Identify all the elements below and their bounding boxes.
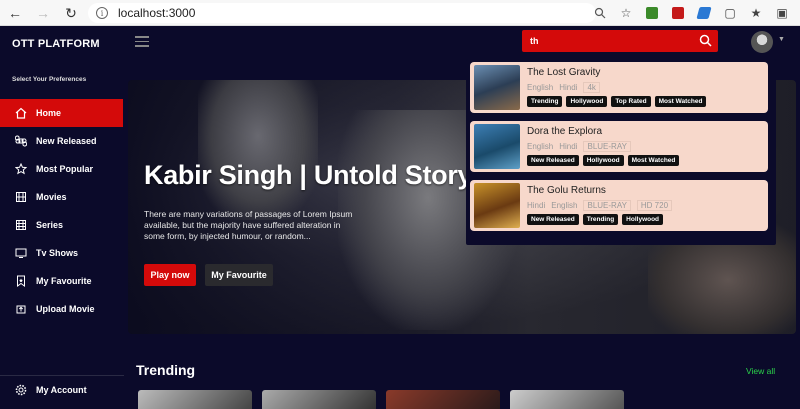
hero-title: Kabir Singh | Untold Story	[144, 160, 473, 190]
sidebar-menu: Home New Released Most Popular Movies Se…	[0, 99, 124, 323]
sidebar-item-home[interactable]: Home	[0, 99, 123, 127]
genre-tag: Trending	[527, 96, 563, 107]
address-url: localhost:3000	[118, 6, 196, 20]
search-icon[interactable]	[699, 34, 712, 52]
brand-logo: OTT PLATFORM	[12, 38, 100, 50]
bookmark-icon	[14, 274, 28, 288]
genre-tag: Hollywood	[566, 96, 608, 107]
favorites-icon[interactable]: ★	[746, 3, 766, 23]
back-icon[interactable]: ←	[2, 0, 28, 26]
genre-tag: Hollywood	[582, 155, 624, 166]
quality-badge: HD 720	[636, 200, 673, 211]
sidebar-item-label: Tv Shows	[36, 248, 79, 258]
movie-poster	[474, 124, 520, 169]
film-icon	[14, 218, 28, 232]
collections-icon[interactable]: ▣	[772, 3, 792, 23]
quality-badge: BLUE-RAY	[583, 200, 631, 211]
language-label: Hindi	[527, 201, 546, 210]
chevron-down-icon[interactable]: ▼	[778, 36, 785, 43]
language-label: Hindi	[559, 83, 578, 92]
extension-icon[interactable]	[694, 3, 714, 23]
language-label: Hindi	[559, 142, 578, 151]
sidebar-item-label: My Favourite	[36, 276, 92, 286]
result-title: Dora the Explora	[527, 126, 603, 137]
sidebar: OTT PLATFORM Select Your Preferences Hom…	[0, 26, 124, 409]
gear-icon	[14, 383, 28, 397]
genre-tag: Hollywood	[622, 214, 664, 225]
home-icon	[14, 106, 28, 120]
language-label: English	[551, 201, 578, 210]
preferences-heading: Select Your Preferences	[12, 76, 87, 83]
top-bar: ▼	[124, 26, 800, 58]
extension-icon[interactable]	[642, 3, 662, 23]
reload-icon[interactable]: ↻	[58, 0, 84, 26]
my-favourite-button[interactable]: My Favourite	[205, 264, 273, 286]
genre-tag: New Released	[527, 214, 579, 225]
sidebar-item-most-popular[interactable]: Most Popular	[0, 155, 124, 183]
sidebar-item-label: Most Popular	[36, 164, 94, 174]
film-icon	[14, 190, 28, 204]
trending-thumbnail[interactable]	[510, 390, 624, 409]
sidebar-item-new-released[interactable]: New Released	[0, 127, 124, 155]
trending-thumbnail[interactable]	[138, 390, 252, 409]
puzzle-icon[interactable]: ▢	[720, 3, 740, 23]
upload-icon	[14, 302, 28, 316]
sidebar-item-label: Movies	[36, 192, 67, 202]
sidebar-item-my-favourite[interactable]: My Favourite	[0, 267, 124, 295]
address-bar[interactable]: i localhost:3000	[88, 3, 596, 23]
genre-tag: Most Watched	[627, 155, 680, 166]
tv-icon	[14, 246, 28, 260]
language-label: English	[527, 142, 554, 151]
site-info-icon[interactable]: i	[96, 7, 108, 19]
sidebar-item-label: New Released	[36, 136, 97, 146]
sidebar-item-upload-movie[interactable]: Upload Movie	[0, 295, 124, 323]
language-label: English	[527, 83, 554, 92]
genre-tag: Most Watched	[654, 96, 707, 107]
view-all-link[interactable]: View all	[746, 366, 775, 376]
search-result-item[interactable]: Dora the Explora English Hindi BLUE-RAY …	[470, 121, 768, 172]
sidebar-item-label: Upload Movie	[36, 304, 95, 314]
quality-badge: 4k	[583, 82, 600, 93]
search-result-item[interactable]: The Lost Gravity English Hindi 4k Trendi…	[470, 62, 768, 113]
movie-poster	[474, 65, 520, 110]
forward-icon[interactable]: →	[30, 0, 56, 26]
sidebar-item-label: Home	[36, 108, 62, 118]
genre-tag: Trending	[582, 214, 619, 225]
genre-tag: New Released	[527, 155, 579, 166]
extension-icon[interactable]	[668, 3, 688, 23]
favorite-star-icon[interactable]: ☆	[616, 3, 636, 23]
sidebar-item-my-account[interactable]: My Account	[0, 375, 124, 403]
movie-poster	[474, 183, 520, 228]
trending-thumbnail[interactable]	[386, 390, 500, 409]
search-input[interactable]	[530, 36, 690, 46]
quality-badge: BLUE-RAY	[583, 141, 631, 152]
section-title: Trending	[136, 362, 196, 378]
search-results-dropdown: The Lost Gravity English Hindi 4k Trendi…	[466, 59, 776, 245]
avatar[interactable]	[751, 31, 773, 53]
hero-description: There are many variations of passages of…	[144, 209, 353, 241]
search-bar	[522, 30, 718, 52]
sidebar-item-tv-shows[interactable]: Tv Shows	[0, 239, 124, 267]
sidebar-item-label: Series	[36, 220, 64, 230]
result-title: The Golu Returns	[527, 185, 606, 196]
sidebar-item-series[interactable]: Series	[0, 211, 124, 239]
result-title: The Lost Gravity	[527, 67, 601, 78]
sidebar-item-label: My Account	[36, 384, 87, 395]
genre-tag: Top Rated	[611, 96, 651, 107]
sidebar-item-movies[interactable]: Movies	[0, 183, 124, 211]
browser-toolbar: ← → ↻ i localhost:3000 ☆ ▢ ★ ▣ ⋯	[0, 0, 800, 26]
command-icon	[14, 134, 28, 148]
play-now-button[interactable]: Play now	[144, 264, 196, 286]
hamburger-menu-icon[interactable]	[135, 36, 149, 47]
trending-thumbnail[interactable]	[262, 390, 376, 409]
zoom-icon[interactable]	[590, 3, 610, 23]
star-icon	[14, 162, 28, 176]
search-result-item[interactable]: The Golu Returns Hindi English BLUE-RAY …	[470, 180, 768, 231]
